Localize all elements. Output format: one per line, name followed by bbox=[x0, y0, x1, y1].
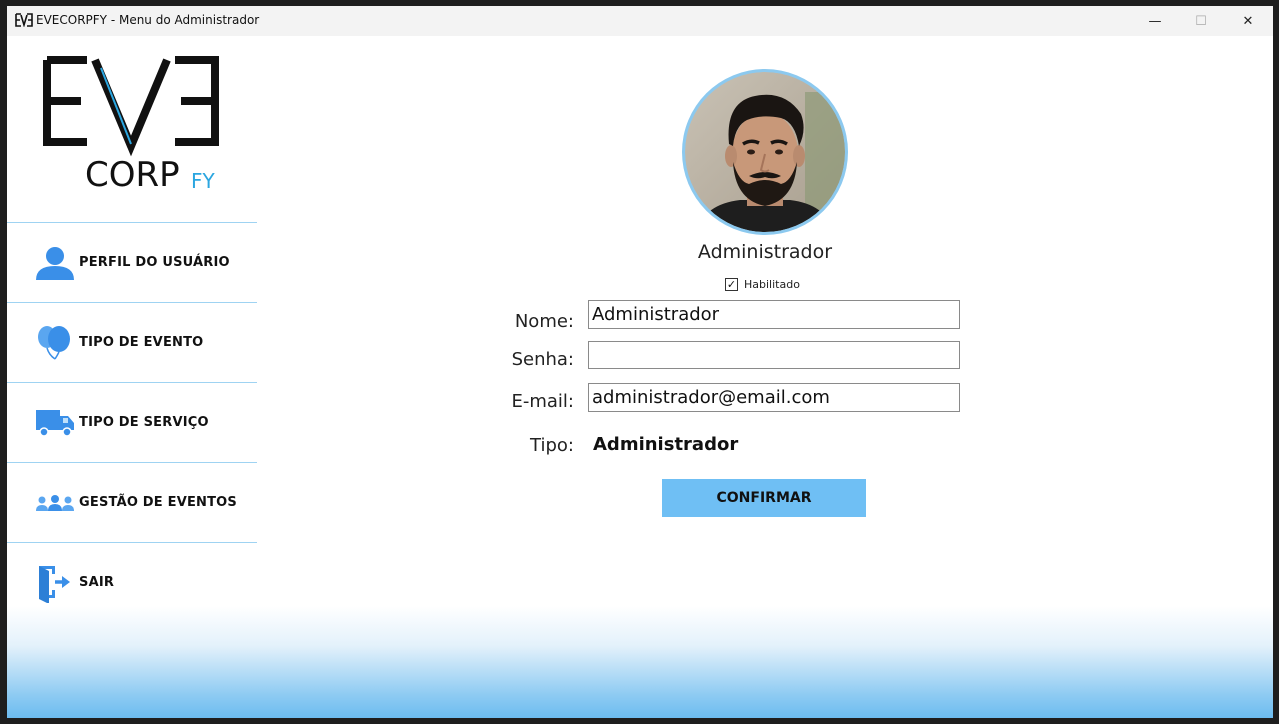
confirm-button[interactable]: CONFIRMAR bbox=[662, 479, 866, 517]
password-label: Senha: bbox=[511, 349, 574, 370]
profile-display-name: Administrador bbox=[697, 241, 833, 263]
enabled-checkbox-row[interactable]: ✓ Habilitado bbox=[725, 278, 800, 291]
evecorpfy-logo: CORP FY bbox=[43, 56, 219, 194]
sidebar-item-label: TIPO DE EVENTO bbox=[79, 335, 204, 350]
people-group-icon bbox=[36, 495, 74, 511]
email-field[interactable] bbox=[588, 383, 960, 412]
main-content: CORP FY PERFIL DO USUÁRIO TIPO DE EVENTO bbox=[7, 36, 1273, 718]
exit-door-icon bbox=[39, 566, 70, 603]
name-label: Nome: bbox=[514, 311, 574, 332]
sidebar-item-perfil[interactable]: PERFIL DO USUÁRIO bbox=[7, 223, 257, 302]
sidebar-item-label: TIPO DE SERVIÇO bbox=[79, 415, 209, 430]
sidebar-item-label: SAIR bbox=[79, 575, 115, 590]
avatar bbox=[685, 72, 845, 232]
sidebar-item-gestao-eventos[interactable]: GESTÃO DE EVENTOS bbox=[7, 463, 257, 542]
title-bar: EVECORPFY - Menu do Administrador — ☐ ✕ bbox=[7, 6, 1273, 36]
sidebar-item-tipo-servico[interactable]: TIPO DE SERVIÇO bbox=[7, 383, 257, 462]
minimize-button[interactable]: — bbox=[1132, 6, 1178, 36]
name-field[interactable] bbox=[588, 300, 960, 329]
sidebar-item-tipo-evento[interactable]: TIPO DE EVENTO bbox=[7, 303, 257, 382]
password-field[interactable] bbox=[588, 341, 960, 369]
sidebar-item-sair[interactable]: SAIR bbox=[7, 543, 257, 622]
app-logo-icon bbox=[15, 13, 33, 27]
enabled-label: Habilitado bbox=[744, 278, 800, 291]
sidebar-item-label: PERFIL DO USUÁRIO bbox=[79, 255, 230, 270]
logo-corp-text: CORP bbox=[85, 155, 180, 194]
user-icon bbox=[36, 247, 74, 280]
close-button[interactable]: ✕ bbox=[1225, 6, 1271, 36]
maximize-button[interactable]: ☐ bbox=[1178, 6, 1224, 36]
type-value: Administrador bbox=[593, 434, 739, 455]
sidebar-item-label: GESTÃO DE EVENTOS bbox=[79, 495, 237, 510]
email-label: E-mail: bbox=[511, 391, 575, 412]
logo-fy-text: FY bbox=[191, 169, 216, 193]
type-label: Tipo: bbox=[530, 435, 574, 456]
balloons-icon bbox=[38, 326, 70, 360]
window-title: EVECORPFY - Menu do Administrador bbox=[36, 13, 260, 27]
app-window: EVECORPFY - Menu do Administrador — ☐ ✕ … bbox=[7, 6, 1273, 718]
enabled-checkbox[interactable]: ✓ bbox=[725, 278, 738, 291]
truck-icon bbox=[36, 410, 74, 437]
